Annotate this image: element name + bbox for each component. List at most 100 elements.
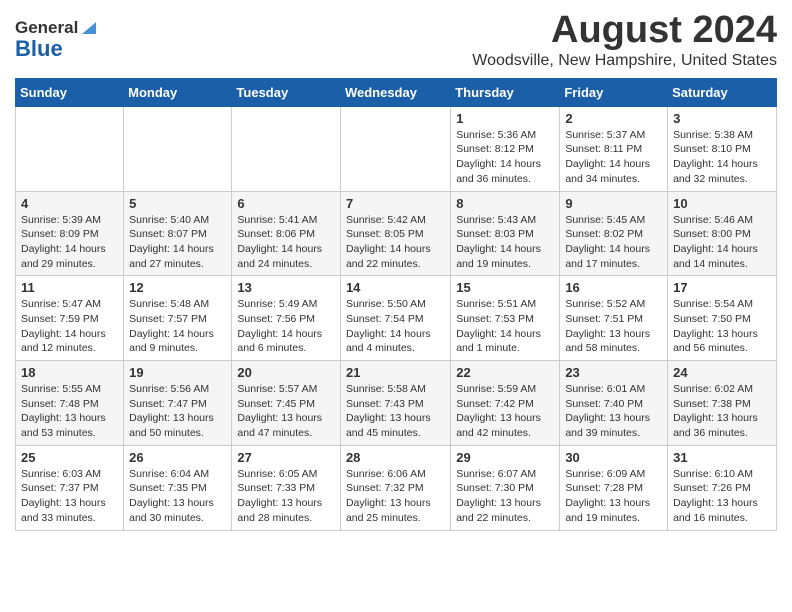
day-info: Sunrise: 5:49 AMSunset: 7:56 PMDaylight:…: [237, 297, 335, 356]
day-info: Sunrise: 6:05 AMSunset: 7:33 PMDaylight:…: [237, 467, 335, 526]
weekday-header-thursday: Thursday: [451, 78, 560, 106]
logo: General Blue: [15, 18, 98, 60]
calendar-cell: 12 Sunrise: 5:48 AMSunset: 7:57 PMDayligh…: [124, 276, 232, 361]
calendar-cell: 17Sunrise: 5:54 AMSunset: 7:50 PMDayligh…: [668, 276, 777, 361]
day-number: 21: [346, 365, 445, 380]
calendar-cell: 29Sunrise: 6:07 AMSunset: 7:30 PMDayligh…: [451, 445, 560, 530]
weekday-header-wednesday: Wednesday: [340, 78, 450, 106]
calendar-cell: 14Sunrise: 5:50 AMSunset: 7:54 PMDayligh…: [340, 276, 450, 361]
calendar-cell: 30 Sunrise: 6:09 AMSunset: 7:28 PMDayligh…: [560, 445, 668, 530]
day-number: 5: [129, 196, 226, 211]
day-info: Sunrise: 5:39 AMSunset: 8:09 PMDaylight:…: [21, 213, 118, 272]
calendar-cell: [124, 106, 232, 191]
weekday-header-monday: Monday: [124, 78, 232, 106]
day-info: Sunrise: 5:47 AMSunset: 7:59 PMDaylight:…: [21, 297, 118, 356]
day-info: Sunrise: 6:01 AMSunset: 7:40 PMDaylight:…: [565, 382, 662, 441]
calendar-cell: 1 Sunrise: 5:36 AMSunset: 8:12 PMDaylight…: [451, 106, 560, 191]
day-number: 13: [237, 280, 335, 295]
day-number: 2: [565, 111, 662, 126]
calendar-cell: 26 Sunrise: 6:04 AMSunset: 7:35 PMDayligh…: [124, 445, 232, 530]
day-number: 7: [346, 196, 445, 211]
day-info: Sunrise: 5:48 AMSunset: 7:57 PMDaylight:…: [129, 297, 226, 356]
day-info: Sunrise: 5:46 AMSunset: 8:00 PMDaylight:…: [673, 213, 771, 272]
location-subtitle: Woodsville, New Hampshire, United States: [472, 52, 777, 70]
calendar-cell: 6Sunrise: 5:41 AMSunset: 8:06 PMDaylight…: [232, 191, 341, 276]
calendar-cell: 8 Sunrise: 5:43 AMSunset: 8:03 PMDaylight…: [451, 191, 560, 276]
weekday-header-friday: Friday: [560, 78, 668, 106]
logo-general-text: General: [15, 18, 78, 38]
day-number: 23: [565, 365, 662, 380]
day-number: 16: [565, 280, 662, 295]
calendar-cell: 2 Sunrise: 5:37 AMSunset: 8:11 PMDaylight…: [560, 106, 668, 191]
calendar-cell: 9Sunrise: 5:45 AMSunset: 8:02 PMDaylight…: [560, 191, 668, 276]
weekday-header-sunday: Sunday: [16, 78, 124, 106]
day-number: 18: [21, 365, 118, 380]
day-number: 4: [21, 196, 118, 211]
calendar-cell: 3 Sunrise: 5:38 AMSunset: 8:10 PMDaylight…: [668, 106, 777, 191]
day-number: 27: [237, 450, 335, 465]
calendar-cell: 23 Sunrise: 6:01 AMSunset: 7:40 PMDayligh…: [560, 361, 668, 446]
day-info: Sunrise: 5:55 AMSunset: 7:48 PMDaylight:…: [21, 382, 118, 441]
day-info: Sunrise: 6:06 AMSunset: 7:32 PMDaylight:…: [346, 467, 445, 526]
calendar-cell: [340, 106, 450, 191]
day-number: 8: [456, 196, 554, 211]
day-info: Sunrise: 5:37 AMSunset: 8:11 PMDaylight:…: [565, 128, 662, 187]
calendar-week-row-4: 18 Sunrise: 5:55 AMSunset: 7:48 PMDayligh…: [16, 361, 777, 446]
day-info: Sunrise: 5:38 AMSunset: 8:10 PMDaylight:…: [673, 128, 771, 187]
calendar-cell: 24 Sunrise: 6:02 AMSunset: 7:38 PMDayligh…: [668, 361, 777, 446]
day-number: 10: [673, 196, 771, 211]
day-info: Sunrise: 5:52 AMSunset: 7:51 PMDaylight:…: [565, 297, 662, 356]
day-number: 19: [129, 365, 226, 380]
calendar-cell: 16 Sunrise: 5:52 AMSunset: 7:51 PMDayligh…: [560, 276, 668, 361]
day-info: Sunrise: 5:43 AMSunset: 8:03 PMDaylight:…: [456, 213, 554, 272]
day-info: Sunrise: 5:56 AMSunset: 7:47 PMDaylight:…: [129, 382, 226, 441]
day-info: Sunrise: 5:40 AMSunset: 8:07 PMDaylight:…: [129, 213, 226, 272]
day-info: Sunrise: 5:50 AMSunset: 7:54 PMDaylight:…: [346, 297, 445, 356]
day-number: 12: [129, 280, 226, 295]
calendar-cell: 20 Sunrise: 5:57 AMSunset: 7:45 PMDayligh…: [232, 361, 341, 446]
calendar-cell: 7 Sunrise: 5:42 AMSunset: 8:05 PMDaylight…: [340, 191, 450, 276]
day-number: 20: [237, 365, 335, 380]
day-number: 26: [129, 450, 226, 465]
day-number: 25: [21, 450, 118, 465]
day-number: 1: [456, 111, 554, 126]
day-info: Sunrise: 5:42 AMSunset: 8:05 PMDaylight:…: [346, 213, 445, 272]
calendar-cell: 25Sunrise: 6:03 AMSunset: 7:37 PMDayligh…: [16, 445, 124, 530]
calendar-table: SundayMondayTuesdayWednesdayThursdayFrid…: [15, 78, 777, 531]
calendar-cell: 31 Sunrise: 6:10 AMSunset: 7:26 PMDayligh…: [668, 445, 777, 530]
day-info: Sunrise: 5:58 AMSunset: 7:43 PMDaylight:…: [346, 382, 445, 441]
day-info: Sunrise: 5:41 AMSunset: 8:06 PMDaylight:…: [237, 213, 335, 272]
weekday-header-tuesday: Tuesday: [232, 78, 341, 106]
day-info: Sunrise: 6:09 AMSunset: 7:28 PMDaylight:…: [565, 467, 662, 526]
calendar-cell: 13 Sunrise: 5:49 AMSunset: 7:56 PMDayligh…: [232, 276, 341, 361]
day-number: 28: [346, 450, 445, 465]
day-info: Sunrise: 5:36 AMSunset: 8:12 PMDaylight:…: [456, 128, 554, 187]
day-number: 11: [21, 280, 118, 295]
day-number: 17: [673, 280, 771, 295]
day-info: Sunrise: 6:02 AMSunset: 7:38 PMDaylight:…: [673, 382, 771, 441]
weekday-header-saturday: Saturday: [668, 78, 777, 106]
calendar-cell: 19 Sunrise: 5:56 AMSunset: 7:47 PMDayligh…: [124, 361, 232, 446]
logo-triangle-icon: [80, 18, 98, 36]
day-info: Sunrise: 6:07 AMSunset: 7:30 PMDaylight:…: [456, 467, 554, 526]
title-block: August 2024 Woodsville, New Hampshire, U…: [472, 10, 777, 70]
day-info: Sunrise: 5:59 AMSunset: 7:42 PMDaylight:…: [456, 382, 554, 441]
calendar-week-row-2: 4 Sunrise: 5:39 AMSunset: 8:09 PMDaylight…: [16, 191, 777, 276]
day-number: 30: [565, 450, 662, 465]
day-number: 3: [673, 111, 771, 126]
calendar-cell: 4 Sunrise: 5:39 AMSunset: 8:09 PMDaylight…: [16, 191, 124, 276]
day-info: Sunrise: 6:10 AMSunset: 7:26 PMDaylight:…: [673, 467, 771, 526]
day-number: 15: [456, 280, 554, 295]
calendar-cell: 21 Sunrise: 5:58 AMSunset: 7:43 PMDayligh…: [340, 361, 450, 446]
day-info: Sunrise: 5:51 AMSunset: 7:53 PMDaylight:…: [456, 297, 554, 356]
day-number: 9: [565, 196, 662, 211]
day-number: 31: [673, 450, 771, 465]
weekday-header-row: SundayMondayTuesdayWednesdayThursdayFrid…: [16, 78, 777, 106]
calendar-cell: 5 Sunrise: 5:40 AMSunset: 8:07 PMDaylight…: [124, 191, 232, 276]
calendar-cell: 15 Sunrise: 5:51 AMSunset: 7:53 PMDayligh…: [451, 276, 560, 361]
day-number: 24: [673, 365, 771, 380]
calendar-cell: 18 Sunrise: 5:55 AMSunset: 7:48 PMDayligh…: [16, 361, 124, 446]
day-info: Sunrise: 6:04 AMSunset: 7:35 PMDaylight:…: [129, 467, 226, 526]
day-info: Sunrise: 5:57 AMSunset: 7:45 PMDaylight:…: [237, 382, 335, 441]
calendar-cell: 22Sunrise: 5:59 AMSunset: 7:42 PMDayligh…: [451, 361, 560, 446]
